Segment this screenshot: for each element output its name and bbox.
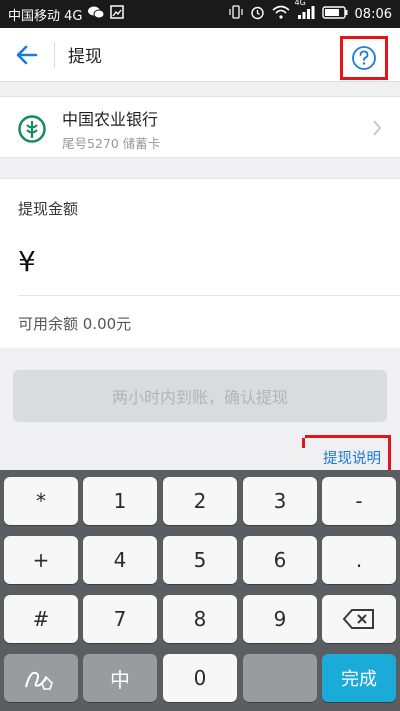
key-1[interactable]: 1 <box>83 477 157 525</box>
question-circle-icon <box>352 46 376 70</box>
status-bar: 中国移动 4G 4G 08:06 <box>0 0 400 28</box>
key-hash[interactable]: # <box>4 595 78 643</box>
done-key[interactable]: 完成 <box>322 654 396 702</box>
numeric-keyboard: * 1 2 3 - + 4 5 6 . # 7 8 9 中 0 完成 <box>0 470 400 711</box>
bank-card-row[interactable]: 中国农业银行 尾号5270 储蓄卡 <box>0 96 400 158</box>
arrow-left-icon <box>16 45 38 64</box>
battery-icon <box>321 5 348 23</box>
page-title: 提现 <box>68 47 102 67</box>
currency-symbol: ¥ <box>18 245 36 278</box>
key-blank[interactable] <box>243 654 317 702</box>
handwriting-key[interactable] <box>4 654 78 702</box>
available-balance: 可用余额 0.00元 <box>18 315 132 333</box>
signal-icon: 4G <box>295 0 315 23</box>
abc-bank-logo <box>18 115 46 143</box>
key-plus[interactable]: + <box>4 536 78 584</box>
key-8[interactable]: 8 <box>163 595 237 643</box>
header-divider <box>54 41 55 68</box>
chevron-right-icon <box>372 119 382 141</box>
key-9[interactable]: 9 <box>243 595 317 643</box>
key-6[interactable]: 6 <box>243 536 317 584</box>
clock-time: 08:06 <box>354 6 392 22</box>
key-2[interactable]: 2 <box>163 477 237 525</box>
help-highlight-box <box>340 36 388 80</box>
wifi-icon <box>272 5 290 23</box>
withdraw-explain-link[interactable]: 提现说明 <box>323 447 381 468</box>
amount-label: 提现金额 <box>18 200 79 218</box>
key-4[interactable]: 4 <box>83 536 157 584</box>
key-minus[interactable]: - <box>322 477 396 525</box>
backspace-icon <box>342 609 374 629</box>
bank-name: 中国农业银行 <box>62 110 159 129</box>
key-3[interactable]: 3 <box>243 477 317 525</box>
key-0[interactable]: 0 <box>163 654 237 702</box>
key-chinese[interactable]: 中 <box>83 654 157 702</box>
help-button[interactable] <box>351 45 377 71</box>
network-label: 4G <box>294 0 306 7</box>
wechat-icon <box>88 6 105 23</box>
carrier-label: 中国移动 4G <box>8 8 83 24</box>
backspace-key[interactable] <box>322 595 396 643</box>
vibrate-icon <box>228 5 243 23</box>
key-5[interactable]: 5 <box>163 536 237 584</box>
app-header: 提现 <box>0 28 400 82</box>
confirm-withdraw-button[interactable]: 两小时内到账，确认提现 <box>13 370 387 422</box>
handwriting-icon <box>25 671 53 690</box>
image-icon <box>110 5 125 23</box>
bank-card-detail: 尾号5270 储蓄卡 <box>62 136 161 151</box>
amount-section: 提现金额 ¥ 可用余额 0.00元 <box>0 178 400 348</box>
key-7[interactable]: 7 <box>83 595 157 643</box>
amount-input[interactable] <box>50 243 380 283</box>
back-button[interactable] <box>0 28 54 82</box>
key-dot[interactable]: . <box>322 536 396 584</box>
amount-divider <box>18 295 400 296</box>
alarm-icon <box>250 5 265 24</box>
key-asterisk[interactable]: * <box>4 477 78 525</box>
